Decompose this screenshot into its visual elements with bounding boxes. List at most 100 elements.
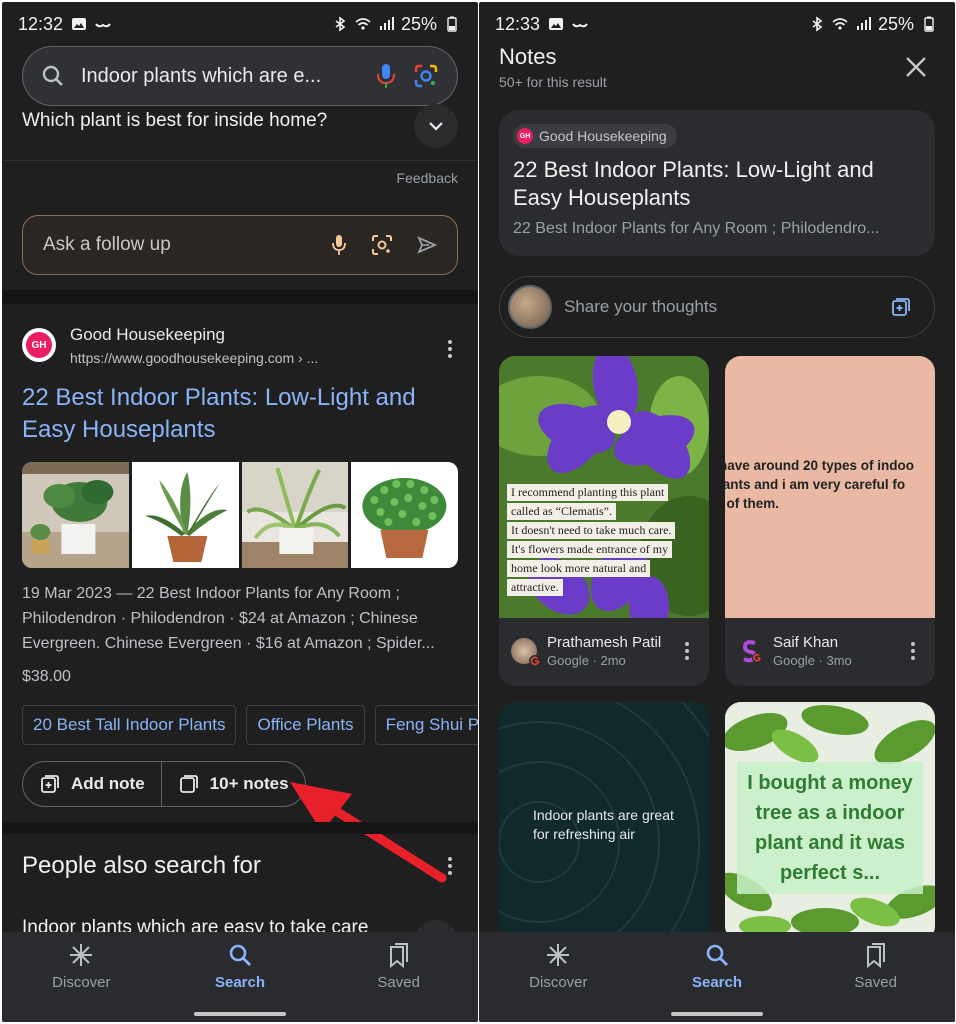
add-note-icon — [41, 775, 59, 793]
saved-icon — [866, 943, 885, 968]
search-icon — [706, 944, 728, 966]
source-logo-text: GH — [26, 332, 52, 358]
people-also-search-heading: People also search for — [22, 852, 261, 879]
avatar — [511, 638, 541, 667]
source-badge: GH Good Housekeeping — [513, 124, 677, 148]
nav-saved-label: Saved — [854, 974, 897, 991]
google-lens-icon[interactable] — [371, 234, 393, 256]
notes-title: Notes — [499, 44, 557, 69]
mustache-icon — [572, 23, 588, 28]
result-price: $38.00 — [22, 668, 71, 685]
result-image-strip[interactable] — [22, 462, 458, 568]
add-note-icon[interactable] — [890, 296, 912, 318]
add-note-label: Add note — [71, 774, 145, 793]
search-query[interactable]: Indoor plants which are e... — [81, 65, 359, 88]
send-icon[interactable] — [417, 236, 437, 254]
share-placeholder: Share your thoughts — [564, 297, 718, 316]
nav-discover[interactable]: Discover — [2, 942, 161, 1022]
feedback-link[interactable]: Feedback — [397, 170, 458, 186]
notes-actions: Add note 10+ notes — [22, 761, 306, 807]
divider — [2, 160, 478, 161]
source-url[interactable]: https://www.goodhousekeeping.com › ... — [70, 350, 318, 366]
google-g-icon — [529, 655, 541, 667]
nav-discover-label: Discover — [52, 974, 111, 991]
battery-icon — [447, 16, 457, 32]
nav-search-label: Search — [214, 974, 266, 991]
more-options-icon[interactable] — [677, 639, 697, 663]
note-author[interactable]: Prathamesh Patil — [547, 634, 667, 651]
more-options-icon[interactable] — [440, 854, 460, 878]
chip-office-plants[interactable]: Office Plants — [246, 705, 365, 745]
note-card[interactable]: I recommend planting this plant called a… — [499, 356, 709, 686]
article-card[interactable]: GH Good Housekeeping 22 Best Indoor Plan… — [499, 110, 935, 256]
nav-search-label: Search — [691, 974, 743, 991]
follow-up-input[interactable]: Ask a follow up — [22, 215, 458, 275]
source-logo: GH — [517, 128, 533, 144]
plant-illustration — [351, 462, 458, 568]
follow-up-placeholder: Ask a follow up — [43, 234, 171, 255]
plant-image-monstera[interactable] — [22, 462, 129, 568]
microphone-icon[interactable] — [331, 234, 347, 256]
nav-discover-label: Discover — [529, 974, 588, 991]
chevron-down-icon — [429, 122, 443, 131]
more-options-icon[interactable] — [903, 639, 923, 663]
result-title-link[interactable]: 22 Best Indoor Plants: Low-Light and Eas… — [22, 382, 452, 446]
expand-button[interactable] — [414, 104, 458, 148]
chip-tall-indoor-plants[interactable]: 20 Best Tall Indoor Plants — [22, 705, 237, 745]
nav-saved[interactable]: Saved — [796, 942, 955, 1022]
section-separator — [2, 822, 478, 834]
signal-icon — [856, 17, 871, 30]
section-separator — [2, 290, 478, 304]
note-text-line: It's flowers made entrance of my — [507, 541, 673, 558]
gesture-handle — [671, 1012, 763, 1016]
note-image-text: have around 20 types of indoo lants and … — [725, 356, 935, 618]
close-icon[interactable] — [901, 52, 931, 82]
avatar — [508, 285, 552, 329]
microphone-icon[interactable] — [375, 63, 397, 89]
wifi-icon — [832, 18, 848, 30]
note-footer: Prathamesh Patil Google · 2mo — [499, 618, 709, 684]
bottom-navigation: Discover Search Saved — [2, 932, 478, 1022]
search-bar[interactable]: Indoor plants which are e... — [22, 46, 458, 106]
note-image-clematis: I recommend planting this plant called a… — [499, 356, 709, 618]
note-text: I bought a money tree as a indoor plant … — [737, 762, 923, 894]
search-results-screen: 12:32 25% Indoor plants which are e... W… — [2, 2, 478, 1022]
nav-search[interactable]: Search — [161, 942, 320, 1022]
status-time: 12:33 — [495, 13, 541, 34]
article-title: 22 Best Indoor Plants: Low-Light and Eas… — [513, 157, 874, 210]
notes-count-label: 10+ notes — [209, 774, 289, 793]
add-note-button[interactable]: Add note — [23, 762, 161, 806]
source-name[interactable]: Good Housekeeping — [70, 325, 225, 345]
related-chips: 20 Best Tall Indoor Plants Office Plants… — [22, 705, 478, 745]
faq-question[interactable]: Which plant is best for inside home? — [22, 110, 327, 132]
plant-image-spider-plant[interactable] — [241, 462, 349, 568]
google-lens-icon[interactable] — [413, 63, 439, 89]
more-options-icon[interactable] — [440, 337, 460, 361]
chip-feng-shui-plants[interactable]: Feng Shui Plants — [374, 705, 478, 745]
gesture-handle — [194, 1012, 286, 1016]
battery-percent: 25% — [400, 13, 437, 34]
plant-image-string-of-pearls[interactable] — [351, 462, 458, 568]
battery-icon — [924, 16, 934, 32]
source-logo: GH — [22, 328, 56, 362]
status-bar: 12:33 25% — [479, 2, 955, 46]
bottom-navigation: Discover Search Saved — [479, 932, 955, 1022]
nav-saved[interactable]: Saved — [319, 942, 478, 1022]
gallery-icon — [72, 18, 87, 30]
share-thoughts-input[interactable]: Share your thoughts — [499, 276, 935, 338]
signal-icon — [379, 17, 394, 30]
plant-image-aglaonema[interactable] — [131, 462, 239, 568]
note-author[interactable]: Saif Khan — [773, 634, 893, 651]
note-meta: Google · 3mo — [773, 653, 852, 668]
note-card[interactable]: I bought a money tree as a indoor plant … — [725, 702, 935, 942]
note-card[interactable]: have around 20 types of indoo lants and … — [725, 356, 935, 686]
nav-search[interactable]: Search — [638, 942, 797, 1022]
nav-discover[interactable]: Discover — [479, 942, 638, 1022]
search-icon — [42, 65, 63, 86]
note-text: have around 20 types of indoo lants and … — [725, 458, 915, 511]
note-card[interactable]: Indoor plants are great for refreshing a… — [499, 702, 709, 942]
avatar — [737, 638, 763, 664]
search-icon — [229, 944, 251, 966]
mustache-icon — [95, 23, 111, 28]
note-meta: Google · 2mo — [547, 653, 626, 668]
